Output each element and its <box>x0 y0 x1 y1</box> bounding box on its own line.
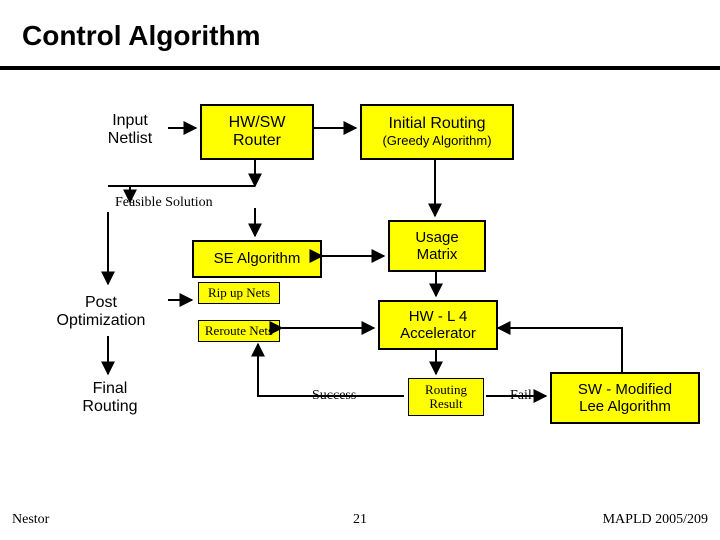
box-routing-result: Routing Result <box>408 378 484 416</box>
box-se-algorithm: SE Algorithm <box>192 240 322 278</box>
box-sw-modified-lee: SW - Modified Lee Algorithm <box>550 372 700 424</box>
box-usage-matrix: Usage Matrix <box>388 220 486 272</box>
arrow-layer <box>0 0 720 540</box>
box-rip-up-nets: Rip up Nets <box>198 282 280 304</box>
title-rule <box>0 66 720 70</box>
box-initial-routing: Initial Routing (Greedy Algorithm) <box>360 104 514 160</box>
slide: { "title": "Control Algorithm", "labels"… <box>0 0 720 540</box>
text-initial-routing: Initial Routing <box>362 115 512 133</box>
box-reroute-nets: Reroute Nets <box>198 320 280 342</box>
label-input-netlist: Input Netlist <box>90 112 170 148</box>
label-feasible-solution: Feasible Solution <box>115 195 213 211</box>
text-initial-routing-sub: (Greedy Algorithm) <box>362 134 512 149</box>
slide-title: Control Algorithm <box>22 20 260 52</box>
label-fail: Fail <box>510 388 532 404</box>
arrow-sw-to-accel <box>498 328 622 372</box>
label-success: Success <box>312 388 356 404</box>
label-final-routing: Final Routing <box>70 380 150 416</box>
footer-right: MAPLD 2005/209 <box>603 512 708 528</box>
label-post-optimization: Post Optimization <box>46 294 156 330</box>
box-hwsw-router: HW/SW Router <box>200 104 314 160</box>
box-hw-accelerator: HW - L 4 Accelerator <box>378 300 498 350</box>
